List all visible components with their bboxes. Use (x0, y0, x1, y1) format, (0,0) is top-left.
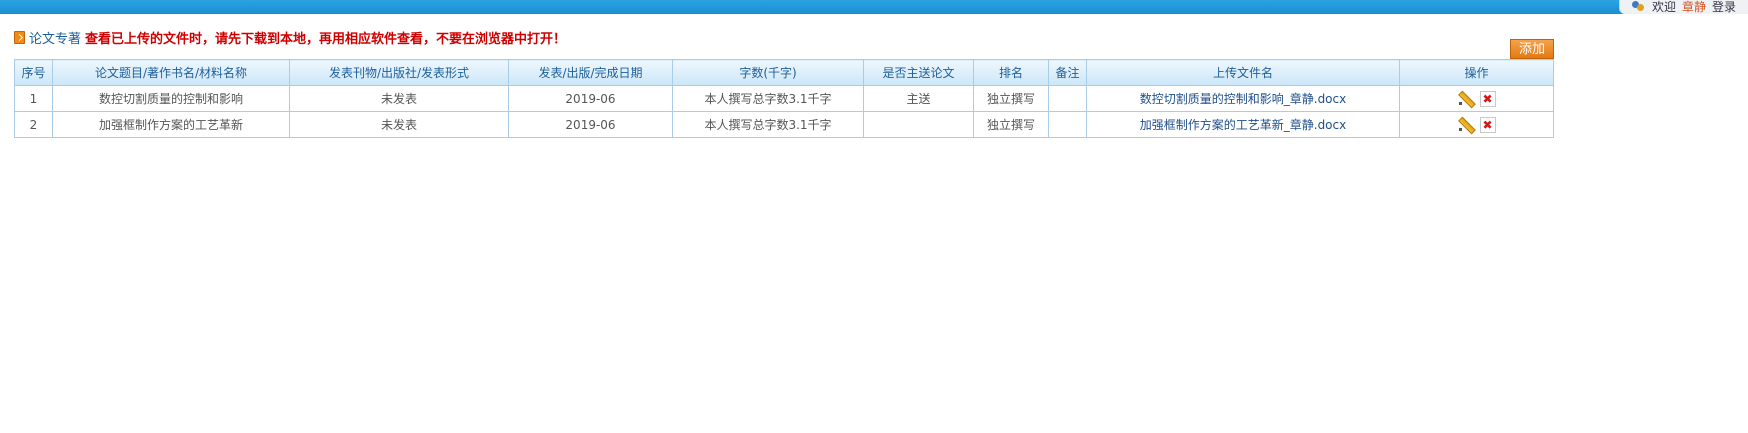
cell-date: 2019-06 (508, 85, 673, 112)
delete-icon[interactable]: ✖ (1479, 90, 1496, 107)
col-header-words: 字数(千字) (672, 59, 864, 86)
pencil-edit-icon[interactable] (1458, 91, 1473, 106)
col-header-publication: 发表刊物/出版社/发表形式 (289, 59, 509, 86)
file-download-link[interactable]: 加强框制作方案的工艺革新_章静.docx (1140, 118, 1346, 132)
col-header-rank: 排名 (973, 59, 1049, 86)
delete-icon[interactable]: ✖ (1479, 116, 1496, 133)
cell-is-main (863, 111, 974, 138)
cell-index: 2 (14, 111, 53, 138)
col-header-date: 发表/出版/完成日期 (508, 59, 673, 86)
file-download-link[interactable]: 数控切割质量的控制和影响_章静.docx (1140, 92, 1346, 106)
cell-remark (1048, 85, 1087, 112)
section-heading: 论文专著 查看已上传的文件时，请先下载到本地，再用相应软件查看，不要在浏览器中打… (14, 28, 566, 47)
document-icon (14, 31, 25, 44)
table-row: 2 加强框制作方案的工艺革新 未发表 2019-06 本人撰写总字数3.1千字 … (14, 111, 1554, 138)
cell-title: 加强框制作方案的工艺革新 (52, 111, 290, 138)
cell-words: 本人撰写总字数3.1千字 (672, 111, 864, 138)
col-header-title: 论文题目/著作书名/材料名称 (52, 59, 290, 86)
username: 章静 (1681, 0, 1706, 14)
table-header-row: 序号 论文题目/著作书名/材料名称 发表刊物/出版社/发表形式 发表/出版/完成… (14, 59, 1554, 86)
col-header-remark: 备注 (1048, 59, 1087, 86)
col-header-index: 序号 (14, 59, 53, 86)
login-link[interactable]: 登录 (1712, 0, 1736, 14)
top-bar (0, 0, 1748, 14)
table-row: 1 数控切割质量的控制和影响 未发表 2019-06 本人撰写总字数3.1千字 … (14, 85, 1554, 112)
col-header-file: 上传文件名 (1086, 59, 1400, 86)
upload-warning: 查看已上传的文件时，请先下载到本地，再用相应软件查看，不要在浏览器中打开！ (85, 32, 567, 47)
cell-actions: ✖ (1399, 85, 1554, 112)
add-button[interactable]: 添加 (1510, 39, 1554, 59)
cell-words: 本人撰写总字数3.1千字 (672, 85, 864, 112)
cell-file: 加强框制作方案的工艺革新_章静.docx (1086, 111, 1400, 138)
cell-publication: 未发表 (289, 111, 509, 138)
cell-title: 数控切割质量的控制和影响 (52, 85, 290, 112)
cell-date: 2019-06 (508, 111, 673, 138)
papers-table: 序号 论文题目/著作书名/材料名称 发表刊物/出版社/发表形式 发表/出版/完成… (14, 59, 1554, 138)
cell-is-main: 主送 (863, 85, 974, 112)
cell-rank: 独立撰写 (973, 85, 1049, 112)
section-title: 论文专著 (29, 32, 82, 47)
pencil-edit-icon[interactable] (1458, 117, 1473, 132)
welcome-text: 欢迎 (1651, 0, 1676, 14)
cell-actions: ✖ (1399, 111, 1554, 138)
cell-rank: 独立撰写 (973, 111, 1049, 138)
row-actions: ✖ (1401, 90, 1552, 107)
user-icon (1630, 1, 1646, 13)
cell-file: 数控切割质量的控制和影响_章静.docx (1086, 85, 1400, 112)
cell-remark (1048, 111, 1087, 138)
row-actions: ✖ (1401, 116, 1552, 133)
col-header-is-main: 是否主送论文 (863, 59, 974, 86)
cell-index: 1 (14, 85, 53, 112)
col-header-actions: 操作 (1399, 59, 1554, 86)
welcome-panel: 欢迎 章静 登录 (1618, 0, 1748, 14)
cell-publication: 未发表 (289, 85, 509, 112)
